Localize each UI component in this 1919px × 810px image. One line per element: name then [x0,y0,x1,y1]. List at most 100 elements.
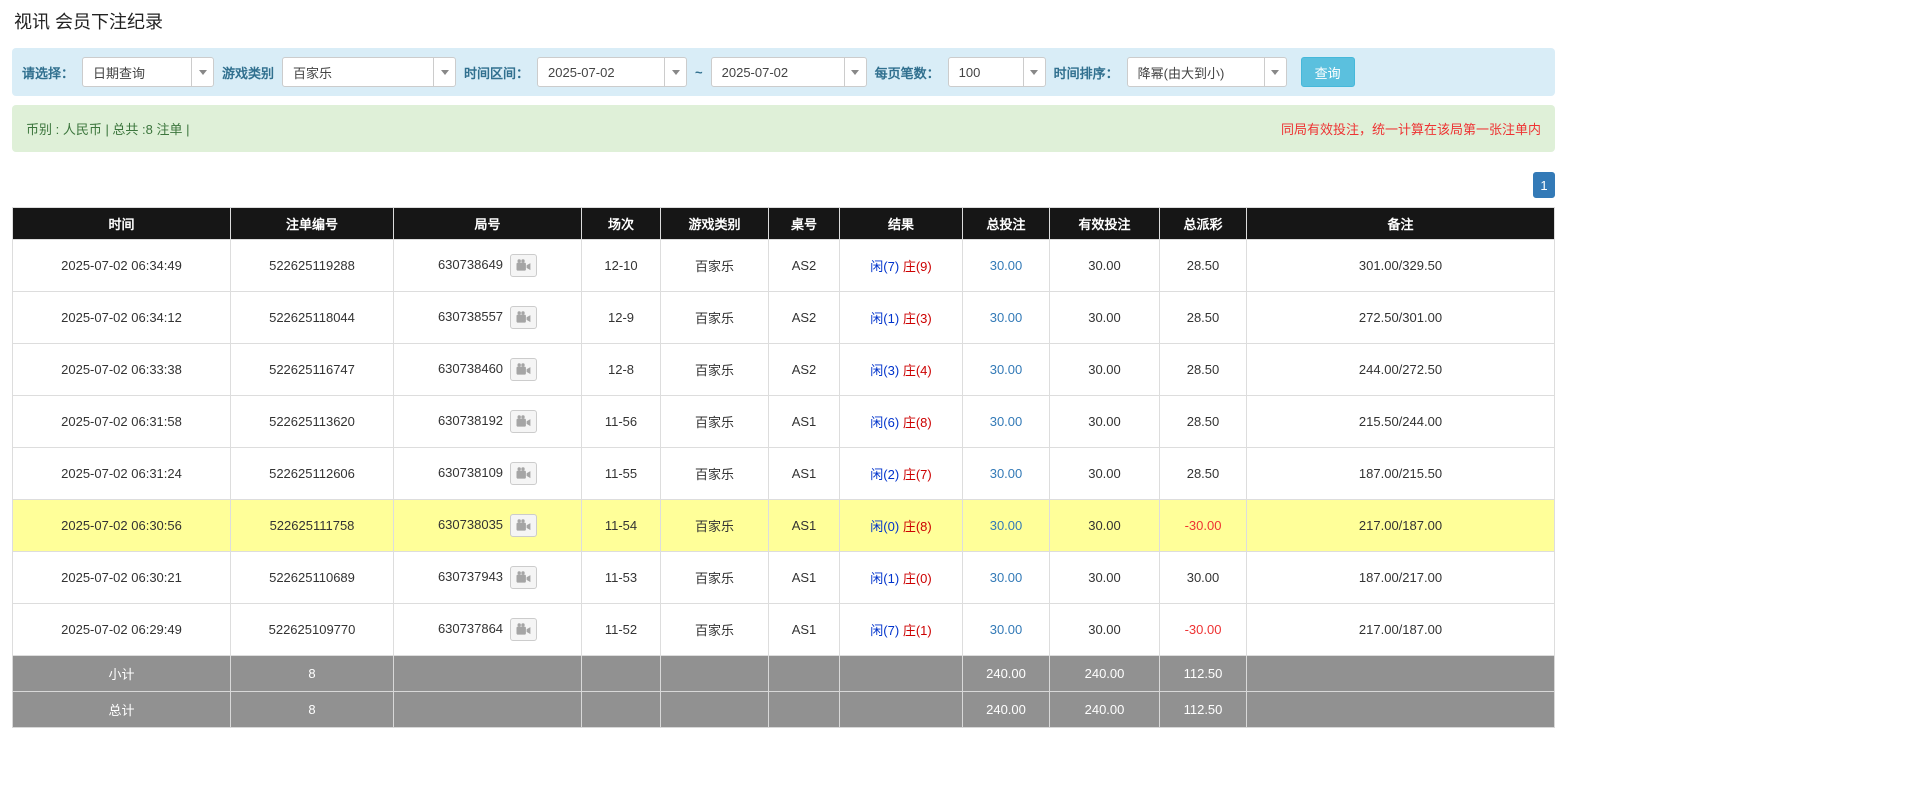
cell-note: 215.50/244.00 [1247,396,1555,448]
cell-bet-id: 522625112606 [231,448,394,500]
table-row: 2025-07-02 06:34:49522625119288630738649… [13,240,1555,292]
cell-total-bet: 30.00 [963,604,1050,656]
result-player: 闲(1) [870,311,899,326]
video-replay-button[interactable] [510,254,537,277]
cell-game-type: 百家乐 [661,604,769,656]
cell-time: 2025-07-02 06:34:12 [13,292,231,344]
table-row: 2025-07-02 06:34:12522625118044630738557… [13,292,1555,344]
result-banker: 庄(0) [903,571,932,586]
column-header: 桌号 [769,208,840,240]
cell-round-id: 630738557 [394,292,582,344]
video-replay-button[interactable] [510,514,537,537]
cell-valid-bet: 30.00 [1050,448,1160,500]
video-replay-button[interactable] [510,618,537,641]
date-from-dropdown[interactable]: 2025-07-02 [537,57,687,87]
column-header: 时间 [13,208,231,240]
video-replay-button[interactable] [510,410,537,433]
cell-valid-bet: 30.00 [1050,240,1160,292]
video-camera-icon [516,311,531,324]
total-bet-link[interactable]: 30.00 [990,258,1023,273]
round-id: 630738035 [438,517,503,532]
cell-session: 12-9 [582,292,661,344]
chevron-down-icon [433,58,455,86]
total-bet-link[interactable]: 30.00 [990,570,1023,585]
video-camera-icon [516,363,531,376]
date-to-dropdown[interactable]: 2025-07-02 [711,57,867,87]
cell-payout: -30.00 [1160,604,1247,656]
query-type-dropdown[interactable]: 日期查询 [82,57,214,87]
cell-payout: 28.50 [1160,448,1247,500]
cell-time: 2025-07-02 06:33:38 [13,344,231,396]
cell-total-bet: 30.00 [963,292,1050,344]
table-header-row: 时间注单编号局号场次游戏类别桌号结果总投注有效投注总派彩备注 [13,208,1555,240]
time-range-label: 时间区间： [464,63,529,82]
date-to-value: 2025-07-02 [722,65,836,80]
cell-valid-bet: 30.00 [1050,552,1160,604]
video-camera-icon [516,571,531,584]
video-replay-button[interactable] [510,462,537,485]
game-type-dropdown[interactable]: 百家乐 [282,57,456,87]
cell-round-id: 630737864 [394,604,582,656]
page-size-dropdown[interactable]: 100 [948,57,1046,87]
round-id: 630738649 [438,257,503,272]
footer-count: 8 [231,692,394,728]
footer-label: 小计 [13,656,231,692]
video-camera-icon [516,519,531,532]
cell-session: 12-10 [582,240,661,292]
total-bet-link[interactable]: 30.00 [990,466,1023,481]
total-bet-link[interactable]: 30.00 [990,518,1023,533]
result-player: 闲(7) [870,623,899,638]
summary-note: 同局有效投注，统一计算在该局第一张注单内 [1281,119,1541,138]
cell-result: 闲(7) 庄(1) [840,604,963,656]
cell-round-id: 630738109 [394,448,582,500]
table-row: 2025-07-02 06:31:24522625112606630738109… [13,448,1555,500]
cell-time: 2025-07-02 06:30:21 [13,552,231,604]
cell-round-id: 630738035 [394,500,582,552]
footer-count: 8 [231,656,394,692]
chevron-down-icon [1023,58,1045,86]
cell-game-type: 百家乐 [661,240,769,292]
cell-table-no: AS2 [769,292,840,344]
total-bet-link[interactable]: 30.00 [990,414,1023,429]
cell-total-bet: 30.00 [963,344,1050,396]
cell-valid-bet: 30.00 [1050,500,1160,552]
total-bet-link[interactable]: 30.00 [990,622,1023,637]
column-header: 游戏类别 [661,208,769,240]
chevron-down-icon [664,58,686,86]
round-id: 630737864 [438,621,503,636]
video-replay-button[interactable] [510,566,537,589]
cell-total-bet: 30.00 [963,448,1050,500]
round-id: 630738192 [438,413,503,428]
cell-note: 244.00/272.50 [1247,344,1555,396]
cell-bet-id: 522625116747 [231,344,394,396]
cell-session: 11-52 [582,604,661,656]
cell-bet-id: 522625118044 [231,292,394,344]
chevron-down-icon [844,58,866,86]
video-camera-icon [516,467,531,480]
search-button[interactable]: 查询 [1301,57,1355,87]
cell-valid-bet: 30.00 [1050,604,1160,656]
video-camera-icon [516,623,531,636]
cell-round-id: 630738192 [394,396,582,448]
page-button-1[interactable]: 1 [1533,172,1555,198]
result-player: 闲(1) [870,571,899,586]
sort-dropdown[interactable]: 降幂(由大到小) [1127,57,1287,87]
cell-total-bet: 30.00 [963,500,1050,552]
cell-game-type: 百家乐 [661,292,769,344]
cell-note: 217.00/187.00 [1247,500,1555,552]
result-banker: 庄(1) [903,623,932,638]
total-bet-link[interactable]: 30.00 [990,310,1023,325]
result-banker: 庄(7) [903,467,932,482]
column-header: 有效投注 [1050,208,1160,240]
cell-round-id: 630737943 [394,552,582,604]
round-id: 630738460 [438,361,503,376]
cell-table-no: AS1 [769,396,840,448]
cell-payout: -30.00 [1160,500,1247,552]
payout-value: 30.00 [1187,570,1220,585]
footer-label: 总计 [13,692,231,728]
round-id: 630738109 [438,465,503,480]
bet-records-table: 时间注单编号局号场次游戏类别桌号结果总投注有效投注总派彩备注 2025-07-0… [12,207,1555,728]
video-replay-button[interactable] [510,358,537,381]
total-bet-link[interactable]: 30.00 [990,362,1023,377]
video-replay-button[interactable] [510,306,537,329]
